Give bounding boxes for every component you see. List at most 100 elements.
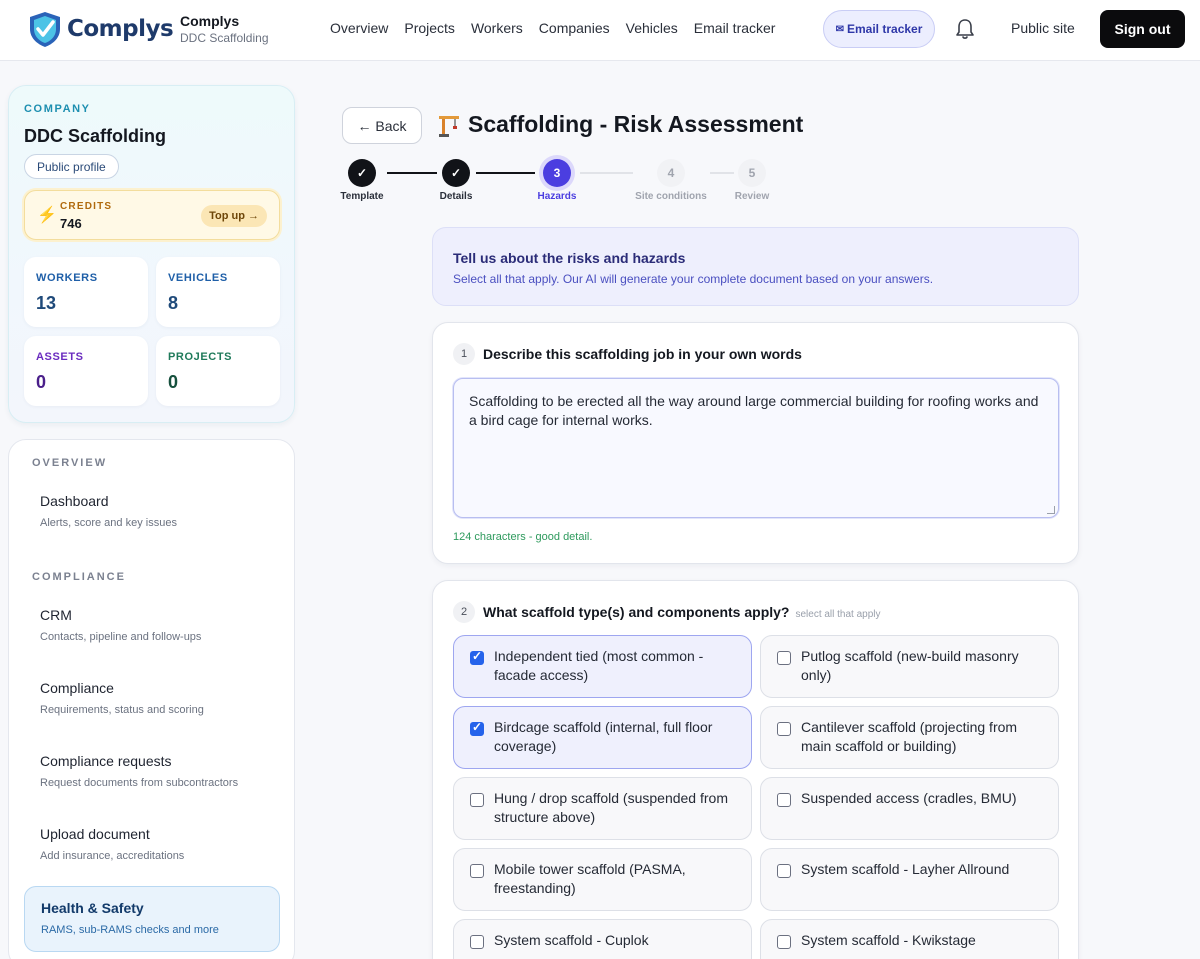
sidebar-item-title: Dashboard: [40, 493, 109, 509]
brand-logo[interactable]: Complys: [27, 10, 174, 48]
question-title: Describe this scaffolding job in your ow…: [483, 346, 802, 362]
option-label: System scaffold - Layher Allround: [801, 861, 1010, 877]
sidebar-item-title: CRM: [40, 607, 72, 623]
lightning-icon: ⚡: [37, 207, 57, 224]
bell-icon[interactable]: [955, 18, 975, 40]
checkbox[interactable]: [777, 651, 791, 665]
step-template-dot[interactable]: ✓: [348, 159, 376, 187]
option-label: System scaffold - Kwikstage: [801, 932, 976, 948]
nav-overview[interactable]: Overview: [330, 20, 388, 36]
email-tracker-button[interactable]: ✉ Email tracker: [823, 10, 935, 48]
option-label: Birdcage scaffold (internal, full floor …: [494, 719, 713, 754]
nav-companies[interactable]: Companies: [539, 20, 610, 36]
intro-title: Tell us about the risks and hazards: [453, 250, 686, 266]
step-site-conditions-dot[interactable]: 4: [657, 159, 685, 187]
stat-value: 0: [168, 372, 179, 392]
nav-workers[interactable]: Workers: [471, 20, 523, 36]
scaffold-option-mobile-tower[interactable]: Mobile tower scaffold (PASMA, freestandi…: [453, 848, 752, 911]
stat-projects[interactable]: PROJECTS 0: [156, 336, 280, 406]
question-card-1: 1 Describe this scaffolding job in your …: [432, 322, 1079, 564]
job-description-textarea[interactable]: Scaffolding to be erected all the way ar…: [453, 378, 1059, 518]
org-switcher[interactable]: Complys DDC Scaffolding: [180, 13, 269, 45]
checkbox[interactable]: [470, 935, 484, 949]
credits-label: CREDITS: [60, 201, 113, 212]
scaffold-option-independent-tied[interactable]: Independent tied (most common - facade a…: [453, 635, 752, 698]
scaffold-option-suspended-access[interactable]: Suspended access (cradles, BMU): [760, 777, 1059, 840]
checkbox[interactable]: [777, 722, 791, 736]
checkbox[interactable]: [470, 793, 484, 807]
stat-label: PROJECTS: [168, 351, 233, 363]
resize-handle-icon[interactable]: [1047, 506, 1055, 514]
sidebar-item-title: Upload document: [40, 826, 150, 842]
option-label: Cantilever scaffold (projecting from mai…: [801, 719, 1018, 754]
question-number: 1: [453, 343, 475, 365]
step-connector: [580, 172, 633, 174]
stat-workers[interactable]: WORKERS 13: [24, 257, 148, 327]
brand-name: Complys: [67, 16, 174, 42]
sidebar-item-compliance-requests[interactable]: Compliance requests Request documents fr…: [24, 740, 280, 806]
page-title-text: Scaffolding - Risk Assessment: [468, 111, 804, 137]
step-review-label: Review: [734, 191, 770, 202]
step-details-dot[interactable]: ✓: [442, 159, 470, 187]
checkbox[interactable]: [470, 864, 484, 878]
sidebar-item-crm[interactable]: CRM Contacts, pipeline and follow-ups: [24, 594, 280, 660]
checkbox[interactable]: [777, 793, 791, 807]
stat-label: WORKERS: [36, 272, 98, 284]
top-up-button[interactable]: Top up →: [201, 205, 267, 227]
sidebar-item-desc: Requirements, status and scoring: [40, 704, 204, 716]
hazards-intro-banner: Tell us about the risks and hazards Sele…: [432, 227, 1079, 306]
sidebar-item-title: Health & Safety: [41, 900, 144, 916]
step-review-dot[interactable]: 5: [738, 159, 766, 187]
question-card-2: 2 What scaffold type(s) and components a…: [432, 580, 1079, 959]
checkbox[interactable]: [777, 864, 791, 878]
back-button[interactable]: ← Back: [342, 107, 422, 144]
question-title: What scaffold type(s) and components app…: [483, 604, 881, 620]
scaffold-option-cuplok[interactable]: System scaffold - Cuplok: [453, 919, 752, 959]
step-hazards-dot[interactable]: 3: [543, 159, 571, 187]
step-connector: [387, 172, 437, 174]
sign-out-button[interactable]: Sign out: [1100, 10, 1185, 48]
nav-vehicles[interactable]: Vehicles: [626, 20, 678, 36]
checkbox[interactable]: [470, 649, 484, 665]
step-connector: [710, 172, 734, 174]
sidebar-item-desc: Add insurance, accreditations: [40, 850, 185, 862]
option-label: System scaffold - Cuplok: [494, 932, 649, 948]
public-site-link[interactable]: Public site: [1011, 20, 1075, 36]
company-name: DDC Scaffolding: [24, 126, 166, 146]
step-hazards-label: Hazards: [537, 191, 577, 202]
stat-label: ASSETS: [36, 351, 84, 363]
char-count: 124 characters - good detail.: [453, 531, 593, 543]
checkbox[interactable]: [777, 935, 791, 949]
question-number: 2: [453, 601, 475, 623]
public-profile-button[interactable]: Public profile: [24, 154, 119, 179]
shield-logo-icon: [30, 12, 60, 47]
email-tracker-label: Email tracker: [847, 22, 923, 36]
scaffold-option-hung-drop[interactable]: Hung / drop scaffold (suspended from str…: [453, 777, 752, 840]
stat-vehicles[interactable]: VEHICLES 8: [156, 257, 280, 327]
sidebar-item-title: Compliance: [40, 680, 114, 696]
intro-subtitle: Select all that apply. Our AI will gener…: [453, 272, 934, 286]
scaffold-option-kwikstage[interactable]: System scaffold - Kwikstage: [760, 919, 1059, 959]
sidebar-item-compliance[interactable]: Compliance Requirements, status and scor…: [24, 667, 280, 733]
scaffold-option-putlog[interactable]: Putlog scaffold (new-build masonry only): [760, 635, 1059, 698]
sidebar-item-upload-document[interactable]: Upload document Add insurance, accredita…: [24, 813, 280, 879]
main-nav: Overview Projects Workers Companies Vehi…: [330, 20, 775, 36]
scaffold-option-birdcage[interactable]: Birdcage scaffold (internal, full floor …: [453, 706, 752, 769]
sidebar-item-dashboard[interactable]: Dashboard Alerts, score and key issues: [24, 480, 280, 546]
checkbox[interactable]: [470, 720, 484, 736]
scaffold-option-cantilever[interactable]: Cantilever scaffold (projecting from mai…: [760, 706, 1059, 769]
company-card: COMPANY DDC Scaffolding Public profile ⚡…: [8, 85, 295, 423]
section-overview-label: OVERVIEW: [32, 457, 108, 469]
nav-projects[interactable]: Projects: [404, 20, 455, 36]
sidebar-item-desc: Alerts, score and key issues: [40, 517, 177, 529]
sidebar-item-desc: Request documents from subcontractors: [40, 777, 239, 789]
question-title-text: What scaffold type(s) and components app…: [483, 604, 790, 620]
scaffold-option-layher-allround[interactable]: System scaffold - Layher Allround: [760, 848, 1059, 911]
section-compliance-label: COMPLIANCE: [32, 571, 126, 583]
sidebar-item-health-safety[interactable]: Health & Safety RAMS, sub-RAMS checks an…: [24, 886, 280, 952]
stat-assets[interactable]: ASSETS 0: [24, 336, 148, 406]
step-template-label: Template: [340, 191, 384, 202]
stat-value: 13: [36, 293, 57, 313]
nav-email-tracker[interactable]: Email tracker: [694, 20, 776, 36]
option-label: Independent tied (most common - facade a…: [494, 648, 704, 683]
